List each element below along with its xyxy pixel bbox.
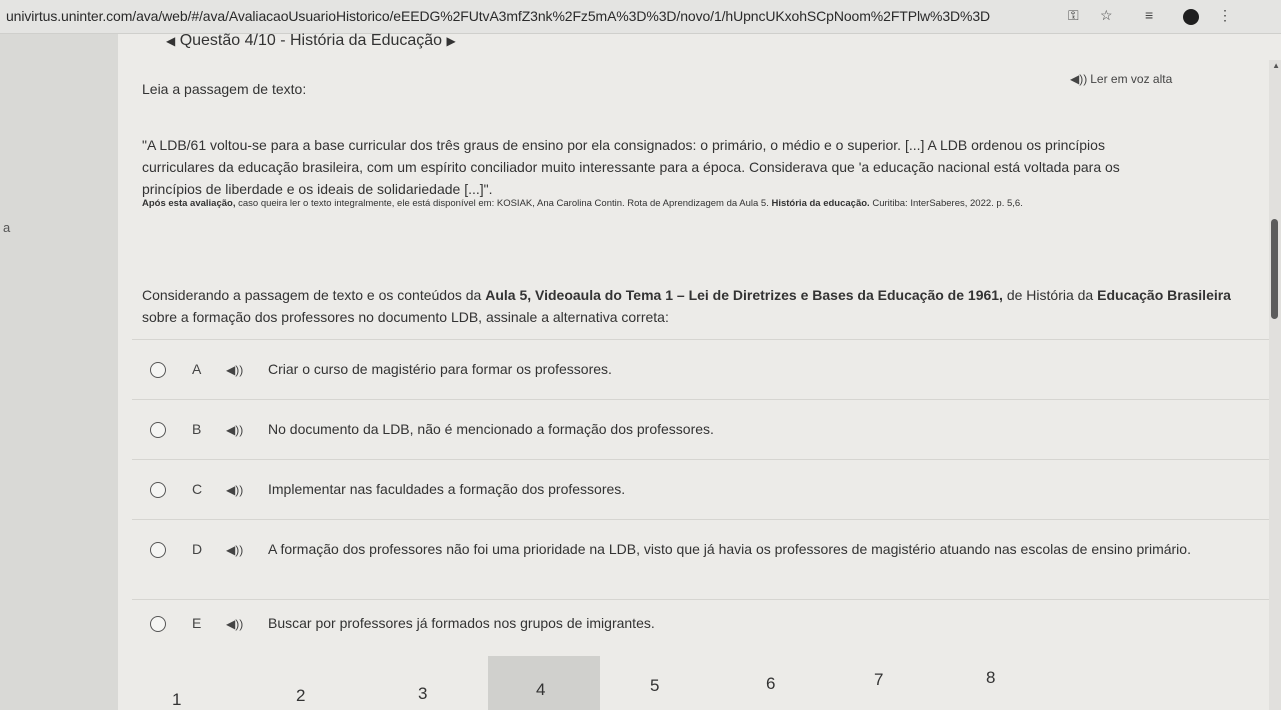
passage-source: Após esta avaliação, caso queira ler o t… [142, 198, 1242, 209]
option-text: Implementar nas faculdades a formação do… [268, 481, 626, 497]
option-text: A formação dos professores não foi uma p… [268, 541, 1191, 557]
page-button-3[interactable]: 3 [362, 656, 474, 710]
question-pagination: 1 2 3 4 5 6 7 8 [118, 656, 1048, 710]
radio-button[interactable] [150, 422, 166, 438]
option-letter: C [192, 481, 203, 497]
option-letter: D [192, 541, 203, 557]
answer-options: A ◀)) Criar o curso de magistério para f… [132, 339, 1272, 649]
option-e[interactable]: E ◀)) Buscar por professores já formados… [132, 599, 1272, 649]
source-text: caso queira ler o texto integralmente, e… [235, 198, 772, 209]
media-control-icon[interactable]: ≡ [1145, 7, 1153, 23]
page-number: 1 [172, 690, 182, 709]
page-number: 5 [650, 676, 660, 695]
question-page: ◀ Questão 4/10 - História da Educação ▶ … [118, 32, 1281, 710]
quote-line: curriculares da educação brasileira, com… [142, 159, 1120, 175]
page-button-8[interactable]: 8 [934, 656, 1046, 710]
scrollbar[interactable] [1269, 60, 1281, 710]
page-number: 6 [766, 674, 776, 693]
option-b[interactable]: B ◀)) No documento da LDB, não é mencion… [132, 399, 1272, 459]
star-icon[interactable]: ☆ [1100, 7, 1113, 24]
speaker-icon[interactable]: ◀)) [226, 483, 243, 497]
option-letter: E [192, 615, 202, 631]
page-button-6[interactable]: 6 [710, 656, 822, 710]
option-c[interactable]: C ◀)) Implementar nas faculdades a forma… [132, 459, 1272, 519]
scroll-up-icon[interactable]: ▲ [1272, 61, 1280, 70]
page-button-2[interactable]: 2 [240, 656, 352, 710]
page-number: 3 [418, 684, 428, 703]
scrollbar-thumb[interactable] [1271, 219, 1278, 319]
triangle-right-icon: ▶ [446, 33, 456, 48]
option-letter: A [192, 361, 202, 377]
option-text: Criar o curso de magistério para formar … [268, 361, 612, 377]
page-number: 7 [874, 670, 884, 689]
option-text: Buscar por professores já formados nos g… [268, 615, 655, 631]
triangle-left-icon: ◀ [166, 33, 176, 48]
prompt-text: Considerando a passagem de texto e os co… [142, 287, 486, 303]
question-title: Questão 4/10 - História da Educação [179, 32, 443, 49]
page-number: 8 [986, 668, 996, 687]
radio-button[interactable] [150, 616, 166, 632]
speaker-icon[interactable]: ◀)) [226, 363, 243, 377]
read-aloud-label: Ler em voz alta [1090, 72, 1173, 86]
passage-quote: "A LDB/61 voltou-se para a base curricul… [142, 134, 1234, 200]
page-button-1[interactable]: 1 [118, 656, 230, 710]
kebab-menu-icon[interactable]: ⋮ [1218, 7, 1232, 24]
source-title: História da educação. [771, 198, 870, 209]
key-icon[interactable]: ⚿ [1068, 7, 1079, 24]
speaker-icon[interactable]: ◀)) [226, 543, 243, 557]
address-bar[interactable]: univirtus.uninter.com/ava/web/#/ava/Aval… [6, 8, 990, 24]
profile-avatar[interactable] [1183, 9, 1199, 25]
read-aloud-button[interactable]: ◀)) Ler em voz alta [1070, 72, 1172, 86]
side-marker: a [3, 220, 11, 235]
speaker-icon[interactable]: ◀)) [226, 617, 243, 631]
speaker-icon[interactable]: ◀)) [226, 423, 243, 437]
browser-toolbar: univirtus.uninter.com/ava/web/#/ava/Aval… [0, 0, 1281, 34]
speaker-icon: ◀)) [1070, 72, 1088, 86]
quote-line: princípios de liberdade e os ideais de s… [142, 181, 493, 197]
option-d[interactable]: D ◀)) A formação dos professores não foi… [132, 519, 1272, 599]
quote-line: "A LDB/61 voltou-se para a base curricul… [142, 137, 1105, 153]
page-number: 2 [296, 686, 306, 705]
source-tail: Curitiba: InterSaberes, 2022. p. 5,6. [869, 198, 1023, 209]
radio-button[interactable] [150, 482, 166, 498]
page-button-5[interactable]: 5 [598, 656, 710, 710]
radio-button[interactable] [150, 362, 166, 378]
page-button-7[interactable]: 7 [822, 656, 934, 710]
page-number: 4 [536, 680, 546, 699]
passage-lead: Leia a passagem de texto: [142, 81, 307, 97]
prompt-text: de História da [1002, 287, 1098, 303]
option-a[interactable]: A ◀)) Criar o curso de magistério para f… [132, 339, 1272, 399]
option-letter: B [192, 421, 202, 437]
radio-button[interactable] [150, 542, 166, 558]
prompt-bold: Aula 5, Videoaula do Tema 1 – Lei de Dir… [485, 287, 1003, 303]
question-heading: ◀ Questão 4/10 - História da Educação ▶ [166, 32, 456, 50]
option-text: No documento da LDB, não é mencionado a … [268, 421, 714, 437]
question-prompt: Considerando a passagem de texto e os co… [142, 284, 1252, 328]
source-intro: Após esta avaliação, [142, 198, 236, 209]
prompt-bold: Educação Brasileira [1097, 287, 1231, 303]
prompt-text: sobre a formação dos professores no docu… [142, 309, 669, 325]
page-button-4[interactable]: 4 [488, 656, 600, 710]
